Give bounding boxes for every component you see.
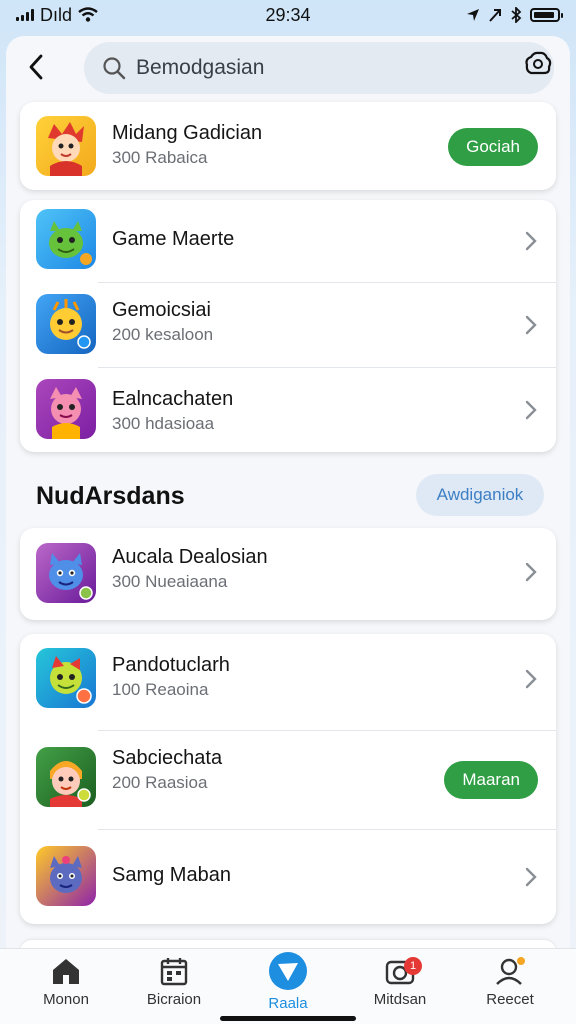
home-indicator xyxy=(220,1016,356,1021)
nav-label: Monon xyxy=(43,991,89,1008)
nav-item-home[interactable]: Monon xyxy=(16,955,116,1015)
signal-arrow-icon xyxy=(489,9,501,22)
notification-badge: 1 xyxy=(404,957,422,975)
chevron-right-icon xyxy=(525,315,537,335)
bluetooth-icon xyxy=(511,7,522,23)
app-title: Pandotuclarh xyxy=(112,654,230,676)
battery-icon xyxy=(530,8,563,22)
app-icon xyxy=(36,116,96,176)
app-subtitle: 200 Raasioa xyxy=(112,773,208,792)
home-icon xyxy=(53,959,79,984)
app-title: Game Maerte xyxy=(112,228,235,250)
list-item[interactable]: Samg Maban xyxy=(20,830,556,924)
nav-item-camera[interactable]: 1 Mitdsan xyxy=(350,955,450,1015)
chevron-right-icon xyxy=(525,562,537,582)
app-icon xyxy=(36,294,96,354)
bottom-nav: Monon Bicraion Raala 1 Mitdsan Reecet xyxy=(0,948,576,1024)
assistant-icon xyxy=(525,51,552,75)
chevron-right-icon xyxy=(525,867,537,887)
location-icon xyxy=(467,9,479,21)
app-subtitle: 300 Rabaica xyxy=(112,148,208,167)
search-icon xyxy=(103,57,126,80)
top-bar: Bemodgasian xyxy=(6,36,570,98)
list-item[interactable]: Pandotuclarh 100 Reaoina xyxy=(20,634,556,730)
chevron-left-icon xyxy=(29,54,43,80)
app-icon xyxy=(36,379,96,439)
nav-label: Bicraion xyxy=(146,991,202,1008)
calendar-icon xyxy=(160,958,188,986)
nav-label: Reecet xyxy=(486,991,534,1008)
app-title: Midang Gadician xyxy=(112,122,263,144)
nav-label: Mitdsan xyxy=(373,991,427,1008)
app-list-card: Aucala Dealosian 300 Nueaiaana xyxy=(20,528,556,620)
signal-icon xyxy=(16,9,34,21)
app-subtitle: 100 Reaoina xyxy=(112,680,209,699)
carrier-label: Dıld xyxy=(40,4,73,25)
app-subtitle: 200 kesaloon xyxy=(112,325,214,344)
app-icon xyxy=(36,209,96,269)
featured-card[interactable]: Midang Gadician 300 Rabaica Gociah xyxy=(20,102,556,190)
section-title: NudArsdans xyxy=(36,482,185,510)
app-icon xyxy=(36,846,96,906)
chevron-right-icon xyxy=(525,400,537,420)
chevron-right-icon xyxy=(525,231,537,251)
back-button[interactable] xyxy=(24,52,48,82)
nav-item-calendar[interactable]: Bicraion xyxy=(124,955,224,1015)
status-bar: Dıld 29:34 xyxy=(0,0,576,30)
nav-item-profile[interactable]: Reecet xyxy=(460,955,560,1015)
assistant-button[interactable] xyxy=(522,48,554,80)
play-icon xyxy=(269,952,307,990)
app-title: Samg Maban xyxy=(112,864,231,886)
nav-label: Raala xyxy=(268,995,308,1012)
app-list-card: Game Maerte Gemoicsiai 200 kesaloon Ealn… xyxy=(20,200,556,452)
app-title: Aucala Dealosian xyxy=(112,546,268,568)
wifi-icon xyxy=(78,7,98,22)
nav-item-play[interactable]: Raala xyxy=(238,952,338,1015)
app-icon xyxy=(36,648,96,708)
list-item[interactable]: Aucala Dealosian 300 Nueaiaana xyxy=(20,528,556,620)
get-button[interactable]: Gociah xyxy=(448,128,538,166)
app-list-card: Pandotuclarh 100 Reaoina Sabciechata 200… xyxy=(20,634,556,924)
app-title: Sabciechata xyxy=(112,747,223,769)
list-item[interactable]: Gemoicsiai 200 kesaloon xyxy=(20,283,556,367)
app-subtitle: 300 Nueaiaana xyxy=(112,572,228,591)
app-title: Gemoicsiai xyxy=(112,299,211,321)
section-action-button[interactable]: Awdiganiok xyxy=(416,474,544,516)
search-input[interactable]: Bemodgasian xyxy=(136,56,264,80)
app-subtitle: 300 hdasioaa xyxy=(112,414,215,433)
list-item[interactable]: Ealncachaten 300 hdasioaa xyxy=(20,368,556,452)
app-icon xyxy=(36,543,96,603)
list-item[interactable]: Game Maerte xyxy=(20,200,556,282)
chevron-right-icon xyxy=(525,669,537,689)
clock: 29:34 xyxy=(265,4,311,25)
list-item[interactable]: Sabciechata 200 Raasioa Maaran xyxy=(20,731,556,829)
install-button[interactable]: Maaran xyxy=(444,761,538,799)
search-bar[interactable]: Bemodgasian xyxy=(84,42,554,94)
app-title: Ealncachaten xyxy=(112,388,234,410)
app-icon xyxy=(36,747,96,807)
profile-icon xyxy=(496,957,525,985)
